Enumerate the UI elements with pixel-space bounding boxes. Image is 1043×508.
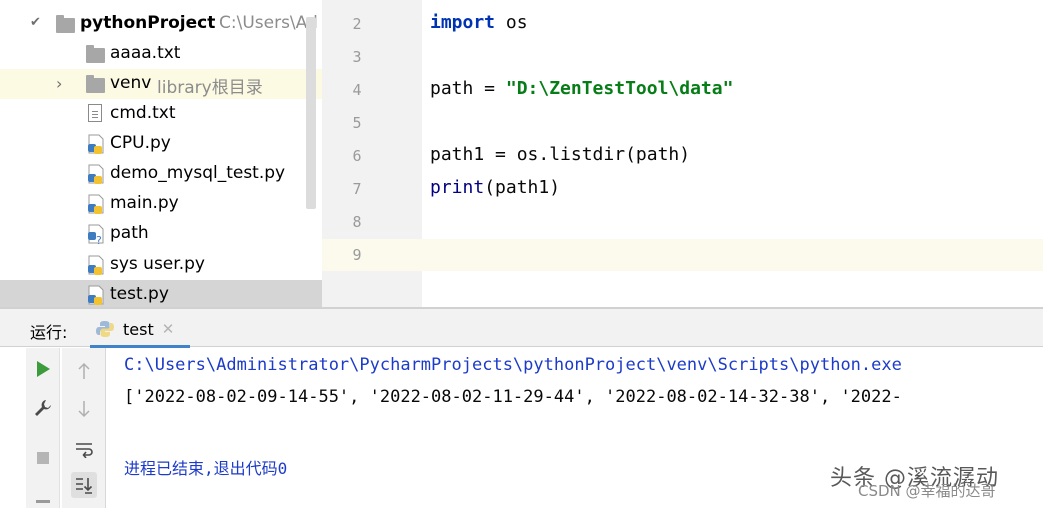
code-line-7[interactable]: print(path1) [430,177,560,198]
tree-item-demo-mysql-test-py[interactable]: demo_mysql_test.py [0,159,322,189]
tree-item-label: CPU.py [110,133,171,153]
folder-icon [56,15,75,33]
tree-item-label: path [110,223,149,243]
svg-text:?: ? [96,234,102,245]
keyword-import: import [430,12,496,33]
text-file-icon [88,104,102,122]
code-text: os [495,12,528,33]
watermark-subtext: CSDN @幸福的达哥 [858,482,996,500]
tree-item-label: sys user.py [110,254,205,274]
folder-icon [86,75,105,93]
chevron-down-icon[interactable]: ✔ [30,15,41,30]
python-file-icon [88,255,104,275]
project-name: pythonProject [80,13,216,33]
layout-icon [36,500,50,503]
run-tab-test[interactable]: test ✕ [95,314,174,344]
tree-item-label: demo_mysql_test.py [110,163,286,183]
tree-item-venv[interactable]: › venv library根目录 [0,69,322,99]
rerun-button[interactable] [30,356,56,382]
stop-icon [37,452,49,464]
code-text: path1 = os.listdir(path) [430,144,691,165]
builtin-print: print [430,177,485,198]
run-toolbar-primary [26,348,60,508]
python-file-icon [88,194,104,214]
run-panel-header: 运行: test ✕ [0,309,1043,347]
console-command-line: C:\Users\Administrator\PycharmProjects\p… [124,355,902,375]
arrow-up-icon [78,362,90,379]
line-number: 5 [352,114,362,132]
scroll-to-end-icon [76,478,93,494]
line-number: 2 [352,15,362,33]
scroll-down-button[interactable] [71,396,97,422]
tree-item-sys-user-py[interactable]: sys user.py [0,250,322,280]
project-tree: ✔ pythonProject C:\Users\Ad aaaa.txt › v… [0,0,322,307]
line-number: 9 [352,246,362,264]
python-run-icon [96,321,114,337]
line-number: 7 [352,180,362,198]
code-line-4[interactable]: path = "D:\ZenTestTool\data" [430,78,733,99]
code-line-6[interactable]: path1 = os.listdir(path) [430,144,690,165]
tree-item-path[interactable]: ? path [0,219,322,249]
more-button[interactable] [30,488,56,508]
project-path-hint: C:\Users\Ad [219,13,318,33]
python-file-icon [88,164,104,184]
soft-wrap-icon [76,443,93,458]
python-file-icon [88,285,104,305]
stop-button[interactable] [30,445,56,471]
tree-item-label: venv [110,73,152,93]
arrow-down-icon [78,401,90,418]
tree-root-row[interactable]: ✔ pythonProject C:\Users\Ad [0,9,322,39]
play-icon [37,361,50,377]
run-panel-title: 运行: [30,323,68,342]
soft-wrap-button[interactable] [71,436,97,462]
tree-item-label: cmd.txt [110,103,176,123]
tree-item-aaaa-txt[interactable]: aaaa.txt [0,39,322,69]
code-text: (path1) [484,177,561,198]
python-file-icon [88,134,104,154]
run-toolbar-secondary [62,348,106,508]
unknown-python-file-icon: ? [88,224,104,245]
scroll-to-end-button[interactable] [71,472,97,498]
line-number: 4 [352,81,362,99]
tree-item-label: test.py [110,284,169,304]
tree-item-cpu-py[interactable]: CPU.py [0,129,322,159]
settings-button[interactable] [30,395,56,421]
tree-item-cmd-txt[interactable]: cmd.txt [0,99,322,129]
wrench-icon [35,400,51,416]
scroll-up-button[interactable] [71,358,97,384]
current-line-highlight [322,239,1043,271]
tree-item-test-py[interactable]: test.py [0,280,322,307]
line-number: 6 [352,147,362,165]
run-tab-label: test [123,319,154,339]
code-text: path = [430,78,506,99]
text-file-icon [86,45,105,63]
tree-item-main-py[interactable]: main.py [0,189,322,219]
tree-item-label: aaaa.txt [110,43,181,63]
string-literal: "D:\ZenTestTool\data" [505,78,734,99]
tree-item-hint: library根目录 [157,78,263,98]
line-number: 8 [352,213,362,231]
chevron-right-icon[interactable]: › [56,74,62,93]
close-icon[interactable]: ✕ [162,320,175,338]
line-number: 3 [352,48,362,66]
tree-scrollbar[interactable] [306,17,316,209]
console-exit-line: 进程已结束,退出代码0 [124,459,288,478]
tree-item-label: main.py [110,193,179,213]
code-line-2[interactable]: import os [430,12,528,33]
console-result-line: ['2022-08-02-09-14-55', '2022-08-02-11-2… [124,387,902,407]
